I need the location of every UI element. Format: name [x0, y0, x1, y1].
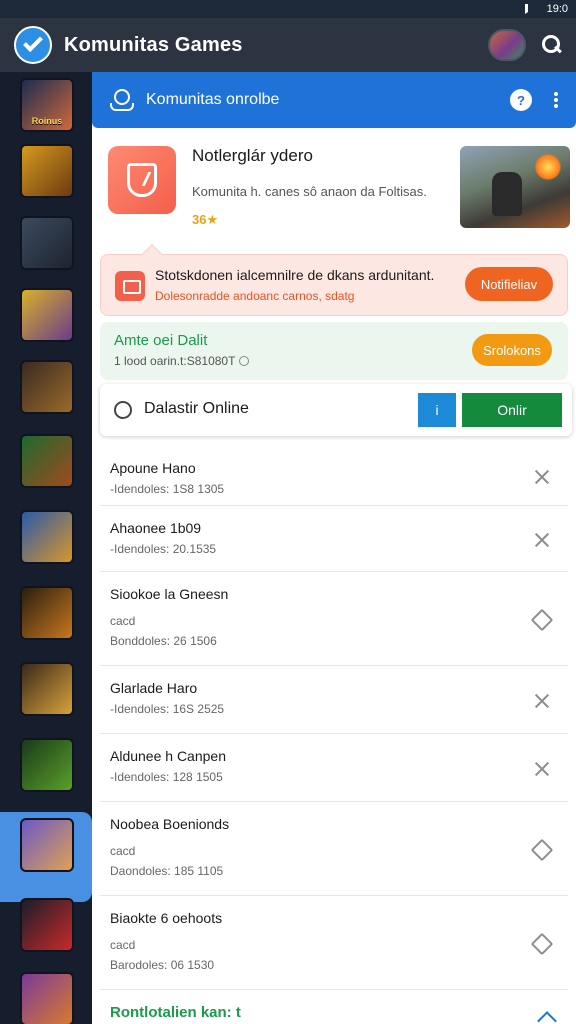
list-item[interactable]: Aldunee h Canpen -Idendoles: 128 1505 — [100, 736, 568, 802]
list-item-meta: -Idendoles: 1S8 1305 — [110, 482, 225, 496]
info-dot-icon — [239, 356, 250, 366]
notice-title: Stotskdonen ialcemnilre de dkans ardunit… — [155, 267, 435, 283]
list-item[interactable]: Biaokte 6 oehoots cacd Barodoles: 06 1530 — [100, 898, 568, 990]
online-status-row: Dalastir Online i Onlir — [100, 384, 572, 436]
status-time: 19:0 — [546, 3, 568, 15]
community-header-title: Komunitas onrolbe — [146, 91, 280, 108]
go-online-button[interactable]: Onlir — [462, 393, 562, 427]
list-item-meta: Daondoles: 185 1105 — [110, 864, 224, 878]
user-icon[interactable] — [110, 89, 134, 111]
chat-icon — [115, 271, 145, 301]
list-item-meta: -Idendoles: 20.1535 — [110, 542, 217, 556]
list-item-meta: -Idendoles: 128 1505 — [110, 770, 223, 784]
sidebar-game-tile[interactable] — [20, 434, 74, 488]
list-item[interactable]: Siookoe la Gneesn cacd Bonddoles: 26 1506 — [100, 574, 568, 666]
list-item-meta: -Idendoles: 16S 2525 — [110, 702, 225, 716]
sidebar-game-tile[interactable] — [20, 216, 74, 270]
status-label: Dalastir Online — [144, 400, 249, 417]
featured-subtitle: Komunita h. canes sô anaon da Foltisas. — [192, 184, 427, 199]
community-header: Komunitas onrolbe ? — [92, 72, 576, 128]
shield-icon — [108, 146, 176, 214]
close-icon[interactable] — [534, 761, 550, 777]
sidebar-game-tile[interactable] — [20, 586, 74, 640]
list-item-name: Noobea Boenionds — [110, 816, 230, 832]
list-item-meta: Barodoles: 06 1530 — [110, 958, 215, 972]
notify-button[interactable]: Notifieliav — [465, 267, 553, 301]
sidebar-game-tile[interactable] — [20, 972, 74, 1024]
status-bar: 19:0 — [0, 0, 576, 18]
app-bar: Komunitas Games — [0, 18, 576, 72]
list-item-name: Aldunee h Canpen — [110, 748, 226, 764]
sidebar-game-tile[interactable] — [20, 360, 74, 414]
avatar[interactable] — [488, 29, 526, 61]
diamond-icon[interactable] — [530, 608, 554, 632]
close-icon[interactable] — [534, 693, 550, 709]
chevron-up-icon[interactable] — [537, 1011, 557, 1024]
list-item-name: Biaokte 6 oehoots — [110, 910, 223, 926]
app-logo-icon[interactable] — [14, 26, 52, 64]
sidebar-game-tile[interactable]: Roinus — [20, 78, 74, 132]
online-members-card: Amte oei Dalit 1 lood oarin.t:S81080T Sr… — [100, 322, 568, 380]
list-item-name: Siookoe la Gneesn — [110, 586, 229, 602]
list-item-meta: Bonddoles: 26 1506 — [110, 634, 217, 648]
close-icon[interactable] — [534, 469, 550, 485]
close-icon[interactable] — [534, 532, 550, 548]
notice-subtitle: Dolesonradde andoanc carnos, sdatg — [155, 289, 355, 303]
online-card-subtitle-text: 1 lood oarin.t:S81080T — [114, 354, 236, 368]
signal-icon — [524, 4, 539, 14]
list-item-tag: cacd — [110, 844, 136, 858]
list-item-name: Ahaonee 1b09 — [110, 520, 202, 536]
help-icon[interactable]: ? — [510, 89, 532, 111]
list-item[interactable]: Ahaonee 1b09 -Idendoles: 20.1535 — [100, 508, 568, 572]
section-title: Rontlotalien kan: t — [110, 1004, 241, 1021]
list-item[interactable]: Apoune Hano -Idendoles: 1S8 1305 — [100, 448, 568, 506]
game-sidebar: Roinus — [0, 72, 92, 1024]
sidebar-game-tile[interactable] — [20, 898, 74, 952]
featured-game-card[interactable]: Notlerglár ydero Komunita h. canes sô an… — [92, 136, 576, 248]
more-options-icon[interactable] — [554, 91, 558, 109]
list-item[interactable]: Glarlade Haro -Idendoles: 16S 2525 — [100, 668, 568, 734]
list-item-tag: cacd — [110, 614, 136, 628]
list-item-tag: cacd — [110, 938, 136, 952]
sidebar-game-tile[interactable] — [20, 818, 74, 872]
sessions-button[interactable]: Srolokons — [472, 334, 552, 366]
main-panel: Komunitas onrolbe ? Notlerglár ydero Kom… — [92, 72, 576, 1024]
search-icon[interactable] — [542, 35, 562, 55]
status-radio[interactable] — [114, 401, 132, 419]
diamond-icon[interactable] — [530, 932, 554, 956]
sidebar-game-label: Roinus — [31, 116, 63, 126]
notification-banner: Stotskdonen ialcemnilre de dkans ardunit… — [100, 244, 568, 316]
sidebar-game-tile[interactable] — [20, 288, 74, 342]
sidebar-game-tile[interactable] — [20, 738, 74, 792]
featured-rating: 36★ — [192, 212, 219, 227]
diamond-icon[interactable] — [530, 838, 554, 862]
list-item[interactable]: Noobea Boenionds cacd Daondoles: 185 1105 — [100, 804, 568, 896]
online-card-subtitle: 1 lood oarin.t:S81080T — [114, 354, 250, 368]
featured-title: Notlerglár ydero — [192, 146, 313, 165]
sidebar-game-tile[interactable] — [20, 662, 74, 716]
list-item-name: Apoune Hano — [110, 460, 196, 476]
info-button[interactable]: i — [418, 393, 456, 427]
sidebar-game-tile[interactable] — [20, 144, 74, 198]
featured-thumbnail[interactable] — [460, 146, 570, 228]
sidebar-game-tile[interactable] — [20, 510, 74, 564]
online-card-title: Amte oei Dalit — [114, 332, 208, 349]
list-item-name: Glarlade Haro — [110, 680, 198, 696]
app-title: Komunitas Games — [64, 33, 243, 56]
